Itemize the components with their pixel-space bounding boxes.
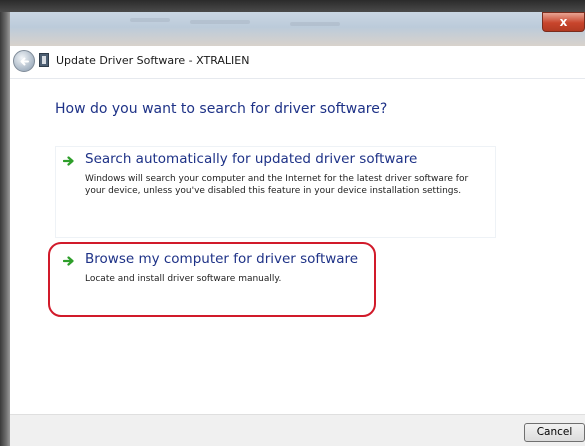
blurred-background-detail (290, 22, 340, 26)
option-description: Windows will search your computer and th… (85, 174, 469, 196)
option-title: Search automatically for updated driver … (85, 151, 418, 167)
close-button[interactable]: x (542, 12, 585, 32)
page-question: How do you want to search for driver sof… (55, 101, 388, 117)
desktop-background-left (0, 12, 10, 446)
window-titlebar (10, 12, 585, 46)
dialog-footer (10, 414, 585, 446)
option-search-automatically[interactable]: Search automatically for updated driver … (55, 146, 496, 238)
green-arrow-icon (63, 156, 74, 166)
cancel-button[interactable]: Cancel (524, 423, 585, 442)
device-icon (39, 53, 49, 67)
header-divider (10, 78, 585, 79)
window-title: Update Driver Software - XTRALIEN (56, 54, 250, 67)
desktop-background-top (0, 0, 585, 12)
back-arrow-icon (20, 57, 29, 66)
close-icon: x (559, 15, 568, 29)
red-highlight-annotation (48, 242, 376, 317)
blurred-background-detail (190, 20, 250, 24)
blurred-background-detail (130, 18, 170, 22)
back-button[interactable] (13, 50, 35, 72)
